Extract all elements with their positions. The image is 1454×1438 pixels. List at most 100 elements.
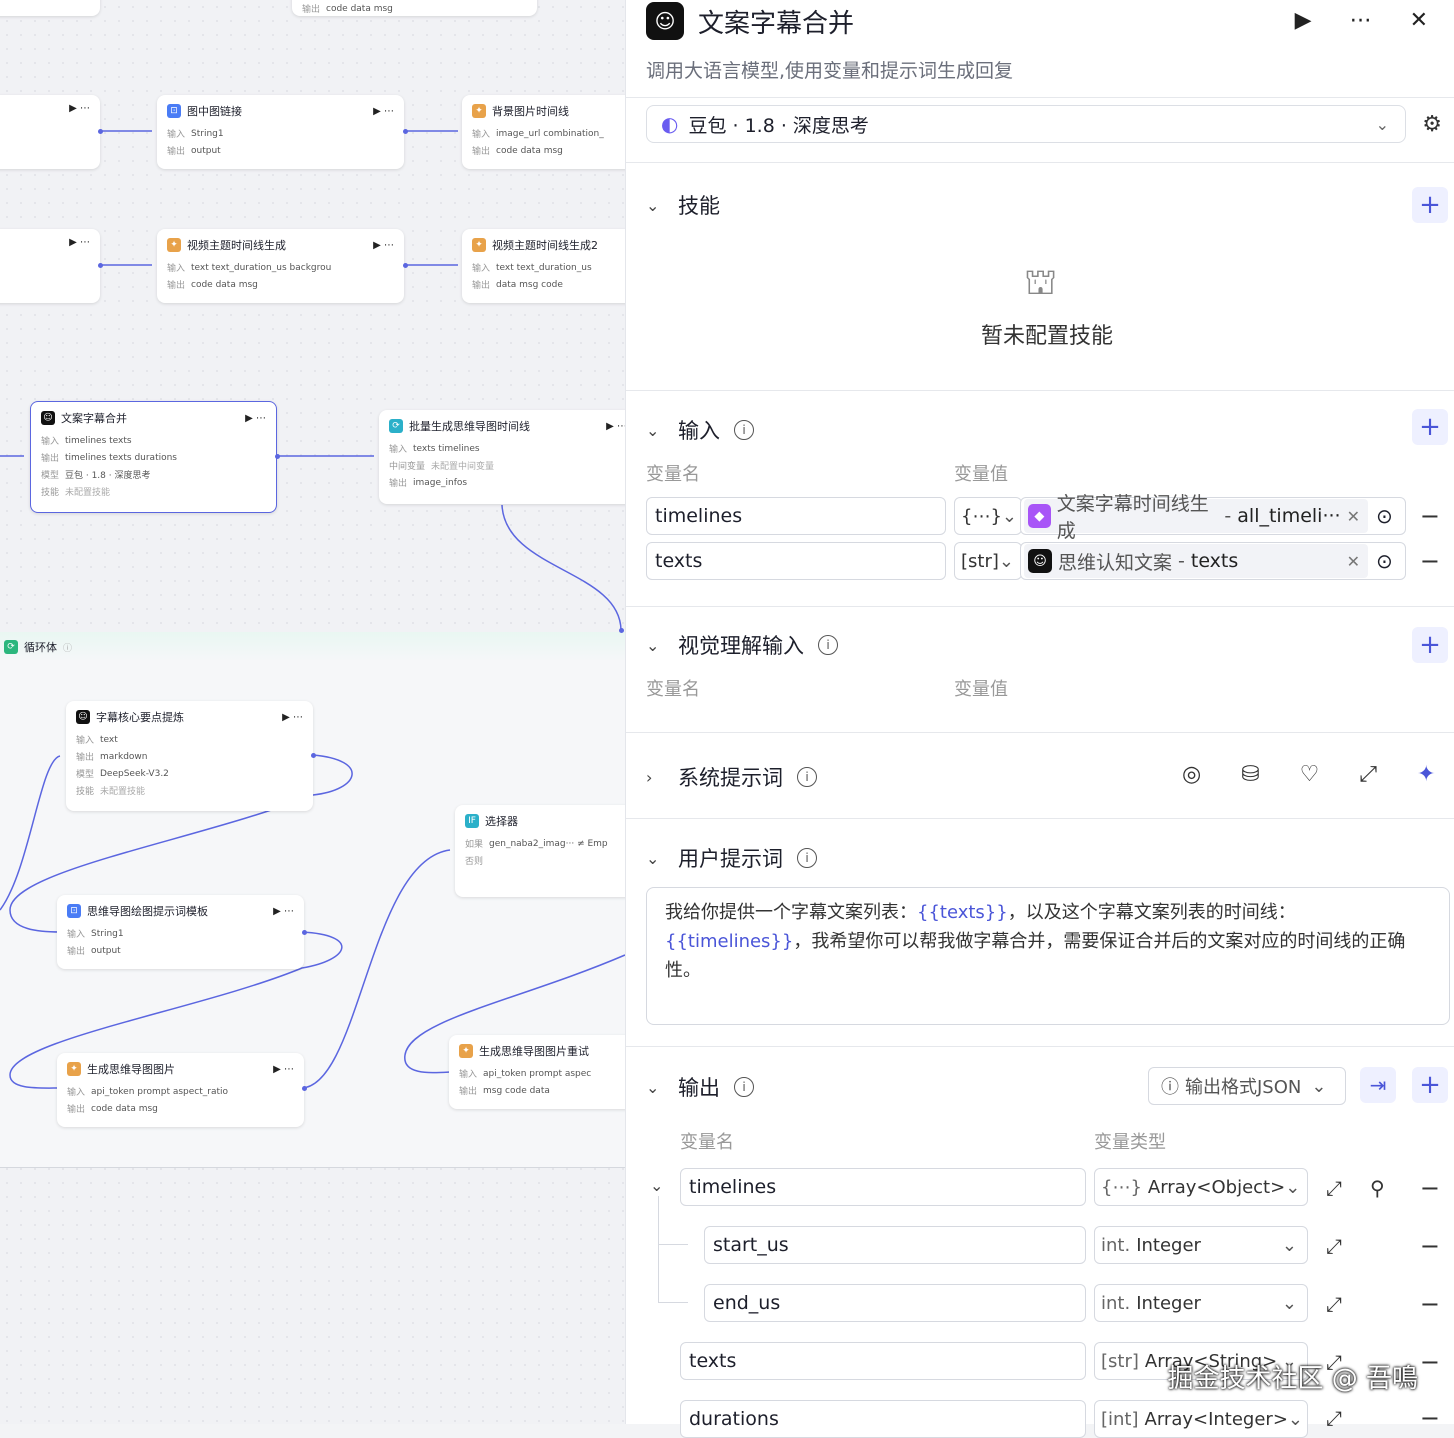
expand-icon[interactable]: ⤢ xyxy=(1326,1234,1342,1258)
ai-sparkle-icon[interactable]: ✦ xyxy=(1417,762,1435,787)
remove-output-button[interactable]: − xyxy=(1420,1348,1440,1376)
node-actions[interactable]: ▶ ⋯ xyxy=(273,1064,294,1075)
close-icon[interactable]: ✕ xyxy=(1347,507,1360,526)
output-name-field[interactable]: durations xyxy=(680,1400,1086,1438)
add-output-button[interactable]: + xyxy=(1412,1067,1448,1103)
panel-header: ☺ 文案字幕合并 xyxy=(646,2,854,40)
section-outputs[interactable]: ⌄ 输出 i xyxy=(646,1072,754,1102)
output-name-field[interactable]: texts xyxy=(680,1342,1086,1380)
output-type-select[interactable]: int. Integer ⌄ xyxy=(1094,1284,1308,1322)
output-port[interactable] xyxy=(311,753,316,758)
close-icon[interactable]: ✕ xyxy=(1347,552,1360,571)
output-type-select[interactable]: int. Integer ⌄ xyxy=(1094,1226,1308,1264)
node-actions[interactable]: ▶ ⋯ xyxy=(606,421,625,432)
model-select[interactable]: ◐ 豆包 · 1.8 · 深度思考 ⌄ xyxy=(646,105,1406,143)
chevron-down-icon[interactable]: ⌄ xyxy=(650,1176,663,1195)
canvas-node[interactable]: ✦ 视频主题时间线生成 ▶ ⋯ 输入 text text_duration_us ba… xyxy=(157,229,404,303)
canvas-node[interactable]: ⟳ 批量生成思维导图时间线 ▶ ⋯ 输入 texts timelines 中间变量 未配… xyxy=(379,410,625,504)
node-actions[interactable]: ▶ ⋯ xyxy=(69,237,90,248)
lightbulb-icon[interactable]: ♡ xyxy=(1300,762,1320,787)
output-type-select[interactable]: [int] Array<Integer> ⌄ xyxy=(1094,1400,1308,1438)
input-type-select[interactable]: [str] ⌄ xyxy=(954,542,1022,580)
remove-input-button[interactable]: − xyxy=(1420,502,1440,530)
variable-reference-tag[interactable]: ◆ 文案字幕时间线生成 - all_timeli··· ✕ xyxy=(1024,493,1368,542)
output-port[interactable] xyxy=(275,454,280,459)
output-port[interactable] xyxy=(302,1086,307,1091)
expand-icon[interactable]: ⤢ xyxy=(1359,762,1377,787)
canvas-node[interactable]: ⊡ 图中图链接 ▶ ⋯ 输入 String1 输出 output xyxy=(157,95,404,169)
output-port[interactable] xyxy=(302,930,307,935)
canvas-node-stub[interactable] xyxy=(0,0,100,16)
workflow-canvas[interactable]: ⟳ 循环体 ⓘ 输出 code data msg ▶ ⋯ ▶ ⋯ ⊡ 图中图链接 ▶ … xyxy=(0,0,625,1424)
import-output-button[interactable]: ⇥ xyxy=(1360,1067,1396,1103)
canvas-node[interactable]: ☺ 字幕核心要点提炼 ▶ ⋯ 输入 text 输出 markdown 模型 DeepSee… xyxy=(66,701,313,811)
remove-output-button[interactable]: − xyxy=(1420,1174,1440,1202)
node-actions[interactable]: ▶ ⋯ xyxy=(273,906,294,917)
output-name-field[interactable]: start_us xyxy=(704,1226,1086,1264)
panel-description[interactable]: 调用大语言模型,使用变量和提示词生成回复 xyxy=(646,56,1013,83)
output-port[interactable] xyxy=(98,129,103,134)
gear-icon[interactable]: ⚙ xyxy=(1422,112,1442,137)
output-port[interactable] xyxy=(403,263,408,268)
info-icon[interactable]: i xyxy=(734,420,754,440)
canvas-node[interactable]: ✦ 生成思维导图图片 ▶ ⋯ 输入 api_token prompt aspect_r… xyxy=(57,1053,304,1127)
canvas-node[interactable]: ⊡ 思维导图绘图提示词模板 ▶ ⋯ 输入 String1 输出 output xyxy=(57,895,304,969)
output-type-select[interactable]: {⋯} Array<Object> ⌄ xyxy=(1094,1168,1308,1206)
expand-icon[interactable]: ⤢ xyxy=(1326,1292,1342,1316)
canvas-node[interactable]: ✦ 生成思维导图图片重试 输入 api_token prompt aspec 输出 m… xyxy=(449,1035,625,1109)
expand-icon[interactable]: ⤢ xyxy=(1326,1406,1342,1430)
node-actions[interactable]: ▶ ⋯ xyxy=(373,240,394,251)
remove-output-button[interactable]: − xyxy=(1420,1404,1440,1432)
add-skill-button[interactable]: + xyxy=(1412,187,1448,223)
run-icon[interactable]: ▶ xyxy=(1295,8,1312,33)
output-name-field[interactable]: end_us xyxy=(704,1284,1086,1322)
info-icon[interactable]: i xyxy=(734,1077,754,1097)
add-child-icon[interactable]: ⚲ xyxy=(1370,1176,1385,1200)
canvas-node[interactable]: ✦ 视频主题时间线生成2 输入 text text_duration_us 输出 da… xyxy=(462,229,625,303)
canvas-node-partial[interactable]: ▶ ⋯ xyxy=(0,229,100,303)
info-icon[interactable]: i xyxy=(818,635,838,655)
section-user-prompt[interactable]: ⌄ 用户提示词 i xyxy=(646,843,817,873)
section-skills[interactable]: ⌄ 技能 xyxy=(646,190,720,220)
canvas-node-selector[interactable]: IF 选择器 如果 gen_naba2_imag··· ≠ Emp 否则 xyxy=(455,805,625,897)
variable-reference-tag[interactable]: ☺ 思维认知文案 - texts ✕ xyxy=(1024,544,1368,578)
node-input-label: 输入 xyxy=(472,264,491,274)
info-icon[interactable]: i xyxy=(797,848,817,868)
more-icon[interactable]: ⋯ xyxy=(1350,8,1372,33)
library-icon[interactable]: ⛁ xyxy=(1241,762,1259,787)
close-icon[interactable]: ✕ xyxy=(1410,8,1428,33)
output-port[interactable] xyxy=(98,263,103,268)
node-actions[interactable]: ▶ ⋯ xyxy=(245,413,266,424)
input-name-field[interactable]: texts xyxy=(646,542,946,580)
variable-picker-icon[interactable]: ⊙ xyxy=(1376,549,1393,573)
canvas-node[interactable]: ✦ 背景图片时间线 输入 image_url combination_ 输出 code… xyxy=(462,95,625,169)
compass-icon[interactable]: ◎ xyxy=(1182,762,1201,787)
canvas-node-stub[interactable]: 输出 code data msg xyxy=(292,0,537,16)
panel-title[interactable]: 文案字幕合并 xyxy=(698,3,854,40)
input-type-select[interactable]: {⋯} ⌄ xyxy=(954,497,1022,535)
expand-icon[interactable]: ⤢ xyxy=(1326,1176,1342,1200)
output-port[interactable] xyxy=(619,628,624,633)
input-name-field[interactable]: timelines xyxy=(646,497,946,535)
add-vision-input-button[interactable]: + xyxy=(1412,627,1448,663)
canvas-node-partial[interactable]: ▶ ⋯ xyxy=(0,95,100,169)
section-vision-input[interactable]: ⌄ 视觉理解输入 i xyxy=(646,630,838,660)
variable-picker-icon[interactable]: ⊙ xyxy=(1376,504,1393,528)
remove-output-button[interactable]: − xyxy=(1420,1232,1440,1260)
output-port[interactable] xyxy=(403,129,408,134)
user-prompt-editor[interactable]: 我给你提供一个字幕文案列表：{{texts}}，以及这个字幕文案列表的时间线： {… xyxy=(646,887,1450,1025)
remove-output-button[interactable]: − xyxy=(1420,1290,1440,1318)
section-system-prompt[interactable]: › 系统提示词 i xyxy=(646,762,817,792)
output-format-select[interactable]: ⓘ 输出格式JSON ⌄ xyxy=(1148,1067,1346,1105)
add-input-button[interactable]: + xyxy=(1412,409,1448,445)
remove-input-button[interactable]: − xyxy=(1420,547,1440,575)
node-actions[interactable]: ▶ ⋯ xyxy=(282,712,303,723)
section-inputs[interactable]: ⌄ 输入 i xyxy=(646,415,754,445)
plugin-icon: ✦ xyxy=(67,1062,81,1076)
node-actions[interactable]: ▶ ⋯ xyxy=(373,106,394,117)
node-actions[interactable]: ▶ ⋯ xyxy=(69,103,90,114)
info-icon[interactable]: i xyxy=(797,767,817,787)
output-name-field[interactable]: timelines xyxy=(680,1168,1086,1206)
canvas-node-selected[interactable]: ☺ 文案字幕合并 ▶ ⋯ 输入 timelines texts 输出 timelines… xyxy=(30,401,277,513)
output-name-value: durations xyxy=(689,1408,779,1430)
